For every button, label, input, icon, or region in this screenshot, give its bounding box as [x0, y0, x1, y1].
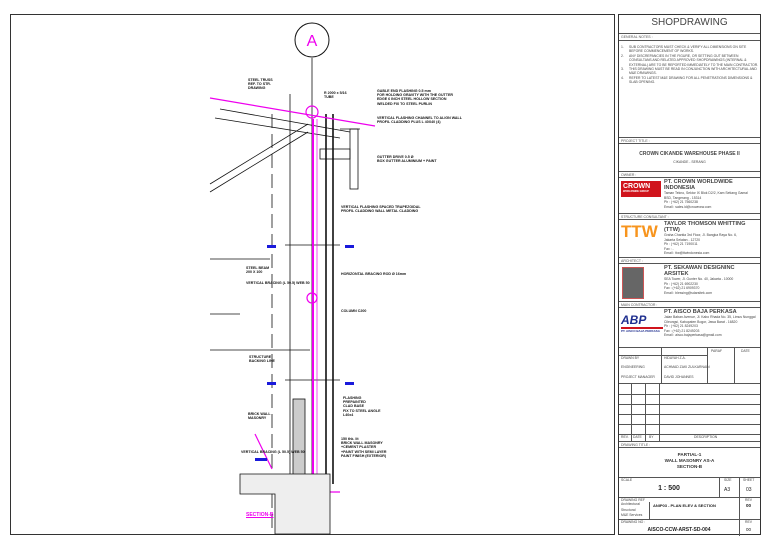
label-vertical-bracing: VERTICAL BRACING (L 50.5) WEB 50: [246, 281, 310, 285]
drawing-no: DRAWING NO : AISCO-CCW-ARST-SD-004 REV 0…: [619, 519, 760, 536]
label-steel-truss: STEEL TRUSS REF. TO STR. DRAWING: [248, 78, 273, 91]
label-brick-wall: BRICK WALL MASONRY: [248, 412, 271, 421]
project-title: CROWN CIKANDE WAREHOUSE PHASE II: [639, 151, 740, 157]
scale-value: 1 : 500: [658, 485, 680, 492]
architect-logo: [622, 267, 644, 299]
note: 3. THIS DRAWING MUST BE READ IN CONJUNCTI…: [621, 67, 757, 76]
note: 4. REFER TO LATEST M&E DRAWING FOR ALL PE…: [621, 75, 753, 85]
engineering-label: ENGINEERING: [621, 365, 645, 369]
label-flashing: FLASHING PREPAINTED CLAD BASE FIX TO STE…: [343, 396, 381, 417]
abp-logo: ABP PT. AISCO BAJA PERKASA: [621, 313, 663, 333]
sign-table: PARAF DATE DRAWN BY HIDAYAH Z.A. ENGINEE…: [619, 347, 760, 384]
drawn-by-name: HIDAYAH Z.A.: [664, 356, 686, 360]
structure-name: TAYLOR THOMSON WHITTING (TTW): [664, 221, 746, 233]
architect-block: PT. SEKAWAN DESIGNINC ARSITEK SEA Tower,…: [619, 263, 760, 301]
label-vertical-cladding: VERTICAL FLASHING SPACED TRAPEZOIDAL PRO…: [341, 205, 421, 214]
owner-email: Email : sales.id@crownww.com: [664, 204, 712, 209]
project-location: CIKANDE - SERANG: [673, 160, 706, 164]
structure-address: Graha Chantia 3rd Floor, Jl. Bangka Raya…: [664, 233, 737, 242]
rev-date-header: DATE: [633, 435, 642, 439]
label-horizontal-bracing: HORIZONTAL BRACING ROD Ø 16mm: [341, 272, 407, 276]
rev-header: REV.: [621, 435, 629, 439]
title-heading: SHOPDRAWING: [651, 17, 728, 28]
note: 2. ANY DISCREPANCIES IN THE FIGURE, OR SE…: [621, 53, 759, 67]
label-gutter: GUTTER DRIVE 0.5 Ø BOX GUTTER ALUMINIUM …: [377, 155, 437, 164]
drawing-ref: DRAWING REF Architectural Structural M&E…: [619, 497, 760, 520]
pm-label: PROJECT MANAGER: [621, 375, 655, 379]
ref-value: ANIP03 - PLAN ELEV & SECTION: [653, 503, 716, 508]
brick-wall-hatch: [292, 398, 306, 480]
grid-bubble-label: A: [307, 33, 318, 50]
label-vertical-bracing-2: VERTICAL BRACING (L 50.5) WEB 50: [241, 450, 305, 454]
pm-name: DAVID JOHANNES: [664, 375, 694, 379]
section-tag: SECTION-B: [246, 512, 274, 518]
rev-value: 00: [746, 503, 752, 508]
rev-desc-header: DESCRIPTION: [694, 435, 718, 439]
label-steel-beam: STEEL BEAM 200 X 100: [246, 266, 270, 275]
drawing-title: PARTIAL-1 WALL MASONRY AS-A SECTION-B: [619, 447, 760, 477]
contractor-email: Email : aisco.bajaperkasa@gmail.com: [664, 333, 722, 338]
engineering-name: ACHMAD ZAKI ZULKARNAIN: [664, 365, 710, 369]
contractor-block: ABP PT. AISCO BAJA PERKASA PT. AISCO BAJ…: [619, 307, 760, 347]
owner-name: PT. CROWN WORLDWIDE INDONESIA: [664, 179, 733, 191]
note: 1. SUB CONTRACTORS MUST CHECK & VERIFY AL…: [621, 45, 747, 54]
scale-label: SCALE: [621, 478, 633, 482]
label-wall-note: 150 thk. lit BRICK WALL MASONRY +CEMENT …: [341, 437, 387, 458]
drawn-by-label: DRAWN BY: [621, 356, 640, 360]
architect-email: Email : blessing@sdarsitek.com: [664, 290, 713, 295]
size-label: SIZE: [724, 478, 732, 482]
label-gable-flashing: GABLE END FLASHING 0.5 mm FOR HOLDING GR…: [377, 89, 453, 106]
ttw-logo: TTW: [621, 222, 658, 241]
label-tube: R 2000 x 5/16 TUBE: [324, 91, 347, 100]
label-column: COLUMN C200: [341, 309, 367, 313]
section-drawing: A: [209, 22, 376, 535]
foundation: [239, 473, 331, 535]
paraf-header: PARAF: [711, 349, 723, 353]
label-structure-backing: STRUCTURE BACKING LINE: [249, 355, 275, 364]
scale-row: SCALE 1 : 500 SIZE A3 SHEET 03: [619, 477, 760, 498]
crown-logo: CROWN WORLDWIDE GROUP: [621, 181, 661, 197]
architect-name: PT. SEKAWAN DESIGNINC ARSITEK: [664, 265, 735, 277]
sheet-value: 03: [746, 487, 752, 493]
general-notes: 1. SUB CONTRACTORS MUST CHECK & VERIFY AL…: [619, 40, 760, 85]
size-value: A3: [724, 487, 731, 493]
sheet-label: SHEET: [743, 478, 755, 482]
owner-block: CROWN WORLDWIDE GROUP PT. CROWN WORLDWIDE…: [619, 177, 760, 213]
structure-email: Email : ttw@ttwindonesia.com: [664, 251, 710, 256]
rev-by-header: BY: [649, 435, 654, 439]
rev2-value: 00: [746, 527, 752, 532]
title-block: SHOPDRAWING GENERAL NOTES : 1. SUB CONTRA…: [618, 14, 761, 536]
date-header: DATE: [741, 349, 750, 353]
owner-address: Taman Tekno, Sektor IX Blok D2/2, Kam Se…: [664, 191, 748, 200]
label-vertical-flashing: VERTICAL FLASHING CHANNEL TO ALIGN WALL …: [377, 116, 462, 125]
structure-block: TTW TAYLOR THOMSON WHITTING (TTW) Graha …: [619, 219, 760, 257]
contractor-address: Jalan Baban Avenue, Jl. Kabo Rhada No. 3…: [664, 315, 756, 324]
revision-table: REV. DATE BY DESCRIPTION: [619, 383, 760, 442]
drawing-no-value: AISCO-CCW-ARST-SD-004: [647, 527, 711, 533]
